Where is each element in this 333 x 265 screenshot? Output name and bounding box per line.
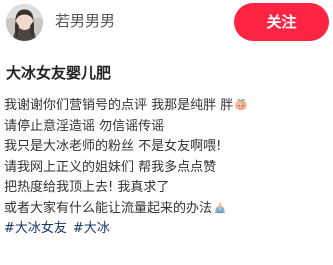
post-line-text: 或者大家有什么能让流量起来的办法	[4, 200, 213, 216]
praying-emoji-icon	[213, 200, 227, 222]
post-line-text: 我谢谢你们营销号的点评 我那是纯胖 胖	[4, 98, 234, 113]
post-line-text: 请我网上正义的姐妹们 帮我多点点赞	[4, 159, 217, 175]
post-line: 请我网上正义的姐妹们 帮我多点点赞	[4, 158, 330, 179]
tag-list: #大冰女友 #大冰	[4, 219, 330, 240]
post-line: 我只是大冰老师的粉丝 不是女友啊喂!	[4, 137, 330, 158]
tag-link[interactable]: #大冰	[73, 221, 110, 236]
post-line: 把热度给我顶上去! 我真求了	[4, 178, 330, 199]
post-line-text: 我只是大冰老师的粉丝 不是女友啊喂!	[4, 139, 222, 154]
author-name[interactable]: 若男男男	[55, 11, 115, 31]
post-line: 我谢谢你们营销号的点评 我那是纯胖 胖	[4, 96, 330, 117]
post-title: 大冰女友婴儿肥	[6, 64, 112, 82]
post-line: 请停止意淫造谣 勿信谣传谣	[4, 117, 330, 138]
peach-emoji-icon	[234, 97, 248, 119]
post-line: 或者大家有什么能让流量起来的办法	[4, 199, 330, 220]
post-header: 若男男男 关注	[0, 0, 333, 46]
avatar[interactable]	[6, 4, 43, 41]
post-body: 我谢谢你们营销号的点评 我那是纯胖 胖 请停止意淫造谣 勿信谣传谣 我只是大冰老…	[4, 96, 330, 240]
post-line-text: 请停止意淫造谣 勿信谣传谣	[4, 118, 165, 134]
post-line-text: 把热度给我顶上去! 我真求了	[4, 180, 170, 195]
tag-link[interactable]: #大冰女友	[4, 221, 67, 236]
avatar-photo	[6, 4, 43, 41]
follow-button[interactable]: 关注	[234, 3, 329, 41]
